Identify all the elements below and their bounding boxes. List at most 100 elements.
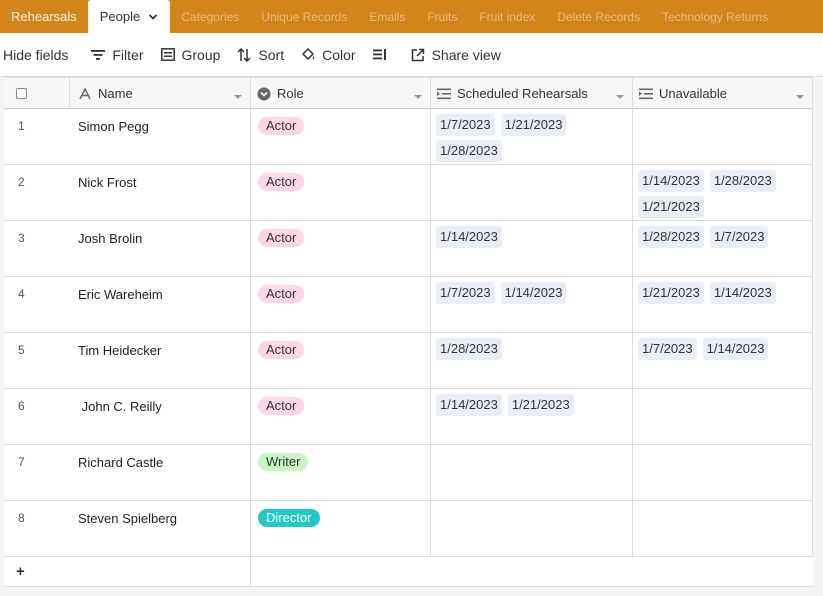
column-role-label: Role (277, 86, 304, 101)
linked-record-chip[interactable]: 1/21/2023 (500, 114, 567, 136)
name-cell[interactable]: 4 Eric Wareheim (4, 277, 251, 332)
unavailable-cell[interactable]: 1/21/2023 1/14/2023 (633, 277, 813, 332)
record-name: Richard Castle (78, 455, 164, 470)
chevron-down-icon[interactable] (616, 89, 624, 99)
add-record-button[interactable]: + (16, 563, 25, 580)
linked-record-chip[interactable]: 1/28/2023 (638, 226, 704, 248)
tab-delete-records[interactable]: Delete Records (546, 0, 651, 33)
sort-icon (236, 47, 252, 63)
role-tag: Director (258, 509, 320, 527)
chevron-down-icon[interactable] (414, 89, 422, 99)
role-cell[interactable]: Actor (251, 389, 431, 444)
scheduled-rehearsals-cell[interactable] (431, 445, 633, 500)
linked-record-chip[interactable]: 1/14/2023 (436, 226, 502, 248)
scheduled-rehearsals-cell[interactable]: 1/7/2023 1/14/2023 (431, 277, 633, 332)
table-row[interactable]: 8 Steven Spielberg Director (4, 501, 813, 557)
tab-label: People (99, 9, 141, 24)
tab-rehearsals[interactable]: Rehearsals (0, 0, 88, 33)
tab-categories[interactable]: Categories (170, 0, 250, 33)
linked-record-chip[interactable]: 1/28/2023 (709, 170, 776, 192)
select-all-checkbox[interactable] (16, 88, 27, 99)
column-header-scheduled[interactable]: Scheduled Rehearsals (431, 78, 633, 109)
table-row[interactable]: 3 Josh Brolin Actor 1/14/2023 1/28/2023 1/7/2… (4, 221, 813, 277)
color-button[interactable]: Color (300, 41, 367, 69)
column-unavailable-label: Unavailable (659, 86, 727, 101)
scheduled-rehearsals-cell[interactable]: 1/28/2023 (431, 333, 633, 388)
table-row[interactable]: 2 Nick Frost Actor 1/14/2023 1/28/2023 1/21/2… (4, 165, 813, 221)
unavailable-cell[interactable]: 1/14/2023 1/28/2023 1/21/2023 (633, 165, 813, 220)
linked-record-chip[interactable]: 1/28/2023 (436, 140, 502, 162)
role-tag: Actor (258, 229, 305, 247)
scheduled-rehearsals-cell[interactable] (431, 165, 633, 220)
tab-fruits[interactable]: Fruits (416, 0, 468, 33)
scheduled-rehearsals-cell[interactable]: 1/14/2023 1/21/2023 (431, 389, 633, 444)
role-cell[interactable]: Actor (251, 277, 431, 332)
unavailable-cell[interactable]: 1/28/2023 1/7/2023 (633, 221, 813, 276)
tab-technology-returns[interactable]: Technology Returns (651, 0, 779, 33)
linked-record-chip[interactable]: 1/7/2023 (436, 282, 495, 304)
linked-record-chip[interactable]: 1/14/2023 (436, 394, 502, 416)
scheduled-rehearsals-cell[interactable] (431, 501, 633, 556)
name-cell[interactable]: 5 Tim Heidecker (4, 333, 251, 388)
linked-record-chip[interactable]: 1/7/2023 (709, 226, 769, 248)
tab-label: Unique Records (261, 9, 348, 24)
add-record-row[interactable]: + (4, 557, 813, 587)
unavailable-cell[interactable] (633, 109, 813, 164)
tab-emails[interactable]: Emails (358, 0, 416, 33)
name-cell[interactable]: 2 Nick Frost (4, 165, 251, 220)
row-number: 5 (18, 343, 25, 357)
linked-record-chip[interactable]: 1/21/2023 (638, 196, 704, 218)
linked-record-chip[interactable]: 1/7/2023 (436, 114, 495, 136)
chevron-down-icon[interactable] (234, 89, 242, 99)
linked-record-chip[interactable]: 1/28/2023 (436, 338, 502, 360)
unavailable-cell[interactable]: 1/7/2023 1/14/2023 (633, 333, 813, 388)
table-row[interactable]: 7 Richard Castle Writer (4, 445, 813, 501)
linked-record-chip[interactable]: 1/21/2023 (507, 394, 574, 416)
sort-button[interactable]: Sort (236, 41, 296, 69)
row-height-button[interactable] (372, 41, 406, 69)
linked-record-chip[interactable]: 1/14/2023 (709, 282, 776, 304)
group-button[interactable]: Group (160, 41, 233, 69)
linked-record-chip[interactable]: 1/7/2023 (638, 338, 697, 360)
unavailable-cell[interactable] (633, 389, 813, 444)
role-cell[interactable]: Writer (251, 445, 431, 500)
select-all-cell (4, 78, 70, 109)
share-view-button[interactable]: Share view (410, 41, 513, 69)
column-header-name[interactable]: Name (70, 78, 251, 109)
name-cell[interactable]: 3 Josh Brolin (4, 221, 251, 276)
column-header-role[interactable]: Role (251, 78, 431, 109)
column-header-unavailable[interactable]: Unavailable (633, 78, 813, 109)
tab-people[interactable]: People (87, 0, 171, 33)
tab-fruit-index[interactable]: Fruit index (468, 0, 546, 33)
name-cell[interactable]: 7 Richard Castle (4, 445, 251, 500)
table-row[interactable]: 1 Simon Pegg Actor 1/7/2023 1/21/2023 1/28/20… (4, 109, 813, 165)
table-tab-bar: Rehearsals People Categories Unique Records… (0, 0, 823, 33)
filter-button[interactable]: Filter (90, 41, 155, 69)
paint-bucket-icon (300, 47, 316, 63)
hide-fields-button[interactable]: Hide fields (3, 41, 80, 69)
record-name: Josh Brolin (78, 231, 143, 246)
role-cell[interactable]: Actor (251, 109, 431, 164)
chevron-down-icon[interactable] (796, 89, 804, 99)
linked-record-chip[interactable]: 1/14/2023 (500, 282, 567, 304)
role-cell[interactable]: Actor (251, 221, 431, 276)
linked-record-chip[interactable]: 1/14/2023 (638, 170, 704, 192)
unavailable-cell[interactable] (633, 501, 813, 556)
chevron-down-icon[interactable] (148, 12, 158, 22)
unavailable-cell[interactable] (633, 445, 813, 500)
name-cell[interactable]: 6 John C. Reilly (4, 389, 251, 444)
name-cell[interactable]: 1 Simon Pegg (4, 109, 251, 164)
table-row[interactable]: 5 Tim Heidecker Actor 1/28/2023 1/7/2023 1/14… (4, 333, 813, 389)
row-number: 7 (18, 455, 25, 469)
linked-record-chip[interactable]: 1/14/2023 (702, 338, 769, 360)
table-row[interactable]: 4 Eric Wareheim Actor 1/7/2023 1/14/2023 1/21… (4, 277, 813, 333)
tab-unique-records[interactable]: Unique Records (250, 0, 358, 33)
scheduled-rehearsals-cell[interactable]: 1/7/2023 1/21/2023 1/28/2023 (431, 109, 633, 164)
role-cell[interactable]: Actor (251, 165, 431, 220)
linked-record-chip[interactable]: 1/21/2023 (638, 282, 704, 304)
role-cell[interactable]: Director (251, 501, 431, 556)
table-row[interactable]: 6 John C. Reilly Actor 1/14/2023 1/21/2023 (4, 389, 813, 445)
role-cell[interactable]: Actor (251, 333, 431, 388)
scheduled-rehearsals-cell[interactable]: 1/14/2023 (431, 221, 633, 276)
name-cell[interactable]: 8 Steven Spielberg (4, 501, 251, 556)
